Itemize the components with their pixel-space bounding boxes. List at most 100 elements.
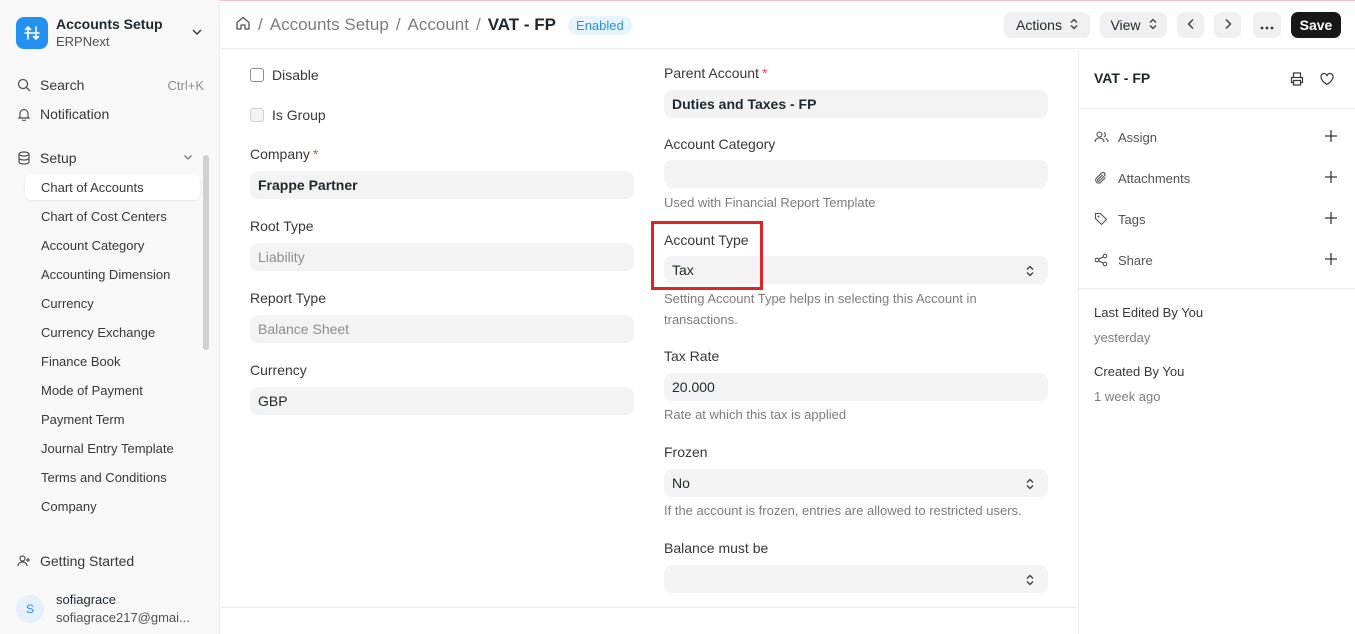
tax-rate-field[interactable]: 20.000 [664,373,1048,401]
company-field[interactable]: Frappe Partner [250,171,634,199]
plus-icon[interactable] [1324,211,1338,228]
sidebar-item-label: Finance Book [41,353,121,369]
attachments-row[interactable]: Attachments [1094,168,1338,188]
account-type-help: Setting Account Type helps in selecting … [664,291,977,327]
account-category-label: Account Category [664,136,776,152]
tags-row[interactable]: Tags [1094,209,1338,229]
sidebar-item-finance-book[interactable]: Finance Book [25,348,200,374]
sidebar-item-payment-term[interactable]: Payment Term [25,406,200,432]
user-menu[interactable]: S sofiagrace sofiagrace217@gmai... [16,590,206,628]
setup-label: Setup [40,150,77,166]
sidebar-item-company[interactable]: Company [25,493,200,519]
sidebar-item-mode-of-payment[interactable]: Mode of Payment [25,377,200,403]
sidebar-scrollbar[interactable] [203,155,209,523]
sidebar-item-accounting-dimension[interactable]: Accounting Dimension [25,261,200,287]
app-title: Accounts Setup [56,16,163,32]
save-button[interactable]: Save [1291,12,1341,38]
getting-started-label: Getting Started [40,553,135,569]
more-horizontal-icon [1260,17,1274,33]
breadcrumb: / Accounts Setup / Account / VAT - FP En… [235,13,632,37]
view-button[interactable]: View [1100,12,1167,38]
breadcrumb-separator: / [395,15,401,34]
sidebar-item-chart-of-accounts[interactable]: Chart of Accounts [25,174,200,200]
plus-icon[interactable] [1324,129,1338,146]
plus-icon[interactable] [1324,252,1338,269]
sidebar-search[interactable]: Search Ctrl+K [16,73,204,97]
more-menu-button[interactable] [1253,12,1281,38]
plus-icon[interactable] [1324,170,1338,187]
user-plus-icon [16,553,32,569]
scrollbar-thumb[interactable] [203,155,209,350]
database-icon [16,150,32,166]
assign-row[interactable]: Assign [1094,127,1338,147]
search-shortcut: Ctrl+K [167,77,204,93]
root-type-label: Root Type [250,218,314,234]
share-icon [1094,252,1110,268]
tags-label: Tags [1118,211,1146,227]
sidebar-getting-started[interactable]: Getting Started [16,549,204,573]
parent-account-label: Parent Account * [664,65,768,81]
is-group-checkbox-row[interactable]: Is Group [250,107,326,123]
sidebar-notification[interactable]: Notification [16,102,204,126]
breadcrumb-separator: / [475,15,481,34]
app-switcher[interactable]: Accounts Setup ERPNext [16,14,206,52]
sidebar-item-currency[interactable]: Currency [25,290,200,316]
sidebar-item-label: Mode of Payment [41,382,143,398]
actions-label: Actions [1016,17,1062,33]
bell-icon [16,106,32,122]
printer-icon[interactable] [1288,70,1306,88]
share-row[interactable]: Share [1094,250,1338,270]
sidebar-item-label: Payment Term [41,411,125,427]
sidebar-item-label: Chart of Cost Centers [41,208,167,224]
sidebar-item-terms-and-conditions[interactable]: Terms and Conditions [25,464,200,490]
app-logo-icon [16,17,48,49]
account-type-highlight [651,221,763,290]
sidebar-item-journal-entry-template[interactable]: Journal Entry Template [25,435,200,461]
breadcrumb-account[interactable]: Account [408,15,469,35]
avatar: S [16,595,44,623]
balance-must-be-select[interactable] [664,565,1048,593]
chevron-up-down-icon [1026,264,1034,280]
sidebar-item-currency-exchange[interactable]: Currency Exchange [25,319,200,345]
right-pane-divider [1079,288,1355,289]
account-category-field[interactable] [664,160,1048,188]
frozen-help: If the account is frozen, entries are al… [664,503,1022,518]
next-button[interactable] [1214,12,1241,38]
report-type-field: Balance Sheet [250,315,634,343]
home-icon[interactable] [235,15,251,36]
user-name: sofiagrace [56,592,116,607]
notification-label: Notification [40,106,110,122]
is-group-label: Is Group [272,107,326,123]
frozen-select[interactable]: No [664,469,1048,497]
chevron-down-icon [182,150,194,166]
sidebar-item-label: Currency [41,295,94,311]
search-label: Search [40,77,85,93]
chevron-down-icon[interactable] [190,25,204,42]
users-icon [1094,129,1110,145]
is-group-checkbox[interactable] [250,108,264,122]
right-pane-divider [1078,50,1079,634]
sidebar-section-setup[interactable]: Setup [16,146,204,170]
currency-field[interactable]: GBP [250,387,634,415]
last-edited-label: Last Edited By You [1094,305,1204,320]
sidebar-item-chart-of-cost-centers[interactable]: Chart of Cost Centers [25,203,200,229]
heart-icon[interactable] [1318,70,1336,88]
last-edited-time: yesterday [1094,330,1151,345]
disable-label: Disable [272,67,319,83]
created-label: Created By You [1094,364,1185,379]
disable-checkbox[interactable] [250,68,264,82]
sidebar-item-label: Terms and Conditions [41,469,167,485]
frozen-value: No [672,475,690,491]
actions-button[interactable]: Actions [1004,12,1090,38]
paperclip-icon [1094,170,1110,186]
balance-must-be-label: Balance must be [664,540,769,556]
frozen-label: Frozen [664,444,708,460]
sidebar-item-account-category[interactable]: Account Category [25,232,200,258]
breadcrumb-accounts-setup[interactable]: Accounts Setup [270,15,389,35]
previous-button[interactable] [1177,12,1204,38]
page-header: / Accounts Setup / Account / VAT - FP En… [221,1,1355,49]
disable-checkbox-row[interactable]: Disable [250,67,319,83]
parent-account-field[interactable]: Duties and Taxes - FP [664,90,1048,118]
tag-icon [1094,211,1110,227]
form-footer-divider [221,607,1078,608]
